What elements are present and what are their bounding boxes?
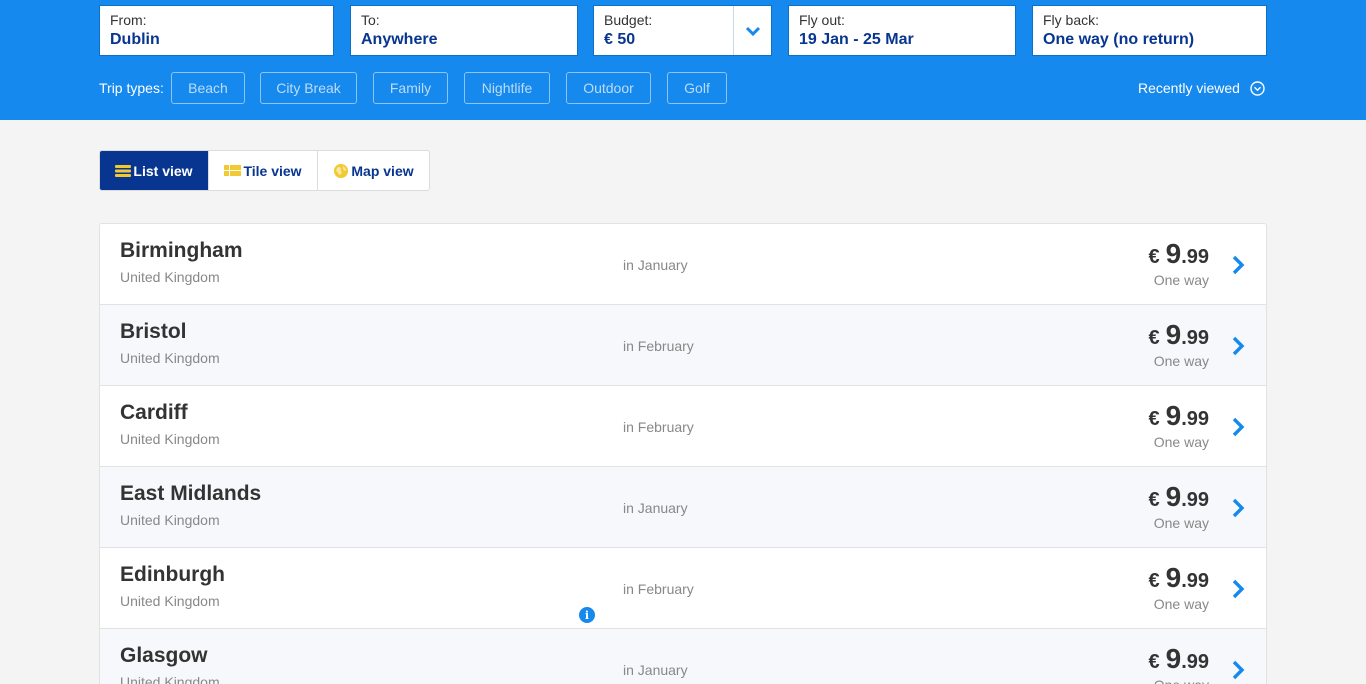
price-integer: 9 bbox=[1165, 481, 1182, 512]
price-currency: € bbox=[1148, 489, 1160, 511]
to-label: To: bbox=[361, 12, 380, 28]
tile-icon bbox=[224, 164, 242, 177]
fare-type: One way bbox=[1153, 515, 1209, 531]
result-row[interactable]: East Midlands United Kingdom in January €9.… bbox=[100, 467, 1266, 548]
fly-out-field[interactable]: Fly out: 19 Jan - 25 Mar bbox=[788, 5, 1016, 56]
fare-price: €9.99 bbox=[1148, 562, 1209, 594]
result-row[interactable]: Glasgow United Kingdom in January €9.99 One … bbox=[100, 629, 1266, 684]
price-integer: 9 bbox=[1165, 562, 1182, 593]
price-integer: 9 bbox=[1165, 319, 1182, 350]
destination-country: United Kingdom bbox=[120, 674, 220, 684]
destination-city: Bristol bbox=[120, 320, 187, 343]
map-view-label: Map view bbox=[351, 162, 414, 179]
fare-price: €9.99 bbox=[1148, 643, 1209, 675]
list-view-button[interactable]: List view bbox=[100, 151, 209, 190]
price-currency: € bbox=[1148, 570, 1160, 592]
recently-viewed-label: Recently viewed bbox=[1138, 80, 1240, 96]
destination-country: United Kingdom bbox=[120, 431, 220, 447]
destination-country: United Kingdom bbox=[120, 512, 220, 528]
destination-city: East Midlands bbox=[120, 482, 262, 505]
destination-country: United Kingdom bbox=[120, 350, 220, 366]
list-view-label: List view bbox=[133, 162, 193, 179]
price-currency: € bbox=[1148, 327, 1160, 349]
trip-type-outdoor[interactable]: Outdoor bbox=[566, 72, 651, 104]
price-integer: 9 bbox=[1165, 400, 1182, 431]
chevron-circle-down-icon bbox=[1250, 80, 1265, 96]
trip-types-label: Trip types: bbox=[99, 80, 164, 96]
travel-month: in January bbox=[623, 662, 688, 678]
price-decimal: .99 bbox=[1181, 570, 1209, 592]
from-value: Dublin bbox=[110, 31, 160, 48]
fare-price: €9.99 bbox=[1148, 238, 1209, 270]
chevron-right-icon[interactable] bbox=[1230, 658, 1246, 682]
view-switcher: List view Tile view Map view bbox=[99, 150, 430, 191]
chevron-down-icon bbox=[745, 26, 760, 36]
fare-type: One way bbox=[1153, 353, 1209, 369]
trip-type-nightlife[interactable]: Nightlife bbox=[464, 72, 550, 104]
result-row[interactable]: Birmingham United Kingdom in January €9.99 O… bbox=[100, 224, 1266, 305]
travel-month: in January bbox=[623, 500, 688, 516]
trip-type-golf[interactable]: Golf bbox=[667, 72, 727, 104]
destination-city: Glasgow bbox=[120, 644, 208, 667]
fare-type: One way bbox=[1154, 677, 1209, 684]
to-field[interactable]: To: Anywhere bbox=[350, 5, 578, 56]
fare-type: One way bbox=[1153, 272, 1209, 288]
travel-month: in January bbox=[623, 257, 688, 273]
fly-back-value: One way (no return) bbox=[1043, 31, 1195, 48]
trip-type-city-break[interactable]: City Break bbox=[260, 72, 357, 104]
chevron-right-icon[interactable] bbox=[1230, 496, 1246, 520]
destination-country: United Kingdom bbox=[120, 269, 220, 285]
price-decimal: .99 bbox=[1181, 408, 1209, 430]
fare-price: €9.99 bbox=[1148, 481, 1209, 513]
price-decimal: .99 bbox=[1181, 651, 1209, 673]
fare-type: One way bbox=[1153, 434, 1209, 450]
map-view-button[interactable]: Map view bbox=[318, 151, 429, 190]
fare-price: €9.99 bbox=[1148, 319, 1209, 351]
fly-back-field[interactable]: Fly back: One way (no return) bbox=[1032, 5, 1267, 56]
price-integer: 9 bbox=[1165, 643, 1182, 674]
tile-view-label: Tile view bbox=[243, 162, 302, 179]
price-decimal: .99 bbox=[1181, 246, 1209, 268]
chevron-right-icon[interactable] bbox=[1230, 334, 1246, 358]
budget-field[interactable]: Budget: € 50 bbox=[593, 5, 772, 56]
price-currency: € bbox=[1148, 408, 1160, 430]
price-integer: 9 bbox=[1165, 238, 1182, 269]
from-label: From: bbox=[110, 12, 147, 28]
price-currency: € bbox=[1148, 651, 1160, 673]
globe-icon bbox=[333, 163, 349, 179]
chevron-right-icon[interactable] bbox=[1230, 253, 1246, 277]
chevron-right-icon[interactable] bbox=[1230, 415, 1246, 439]
travel-month: in February bbox=[623, 338, 694, 354]
price-decimal: .99 bbox=[1181, 327, 1209, 349]
info-icon[interactable]: i bbox=[579, 607, 595, 623]
result-row[interactable]: Bristol United Kingdom in February €9.99 One… bbox=[100, 305, 1266, 386]
destination-city: Birmingham bbox=[120, 239, 243, 262]
recently-viewed-toggle[interactable]: Recently viewed bbox=[1138, 78, 1265, 98]
fly-back-label: Fly back: bbox=[1043, 12, 1100, 28]
fare-type: One way bbox=[1153, 596, 1209, 612]
destination-city: Cardiff bbox=[120, 401, 188, 424]
destination-city: Edinburgh bbox=[120, 563, 225, 586]
destination-country: United Kingdom bbox=[120, 593, 220, 609]
trip-type-family[interactable]: Family bbox=[373, 72, 448, 104]
chevron-right-icon[interactable] bbox=[1230, 577, 1246, 601]
result-row[interactable]: Edinburgh United Kingdom i in February €9.99… bbox=[100, 548, 1266, 629]
results-list: Birmingham United Kingdom in January €9.99 O… bbox=[99, 223, 1267, 684]
travel-month: in February bbox=[623, 419, 694, 435]
result-row[interactable]: Cardiff United Kingdom in February €9.99 One… bbox=[100, 386, 1266, 467]
list-icon bbox=[115, 164, 132, 177]
search-header: From: Dublin To: Anywhere Budget: € 50 F… bbox=[0, 0, 1366, 120]
budget-dropdown-button[interactable] bbox=[733, 6, 771, 55]
tile-view-button[interactable]: Tile view bbox=[209, 151, 318, 190]
from-field[interactable]: From: Dublin bbox=[99, 5, 334, 56]
fly-out-value: 19 Jan - 25 Mar bbox=[799, 31, 914, 48]
trip-type-beach[interactable]: Beach bbox=[171, 72, 245, 104]
fly-out-label: Fly out: bbox=[799, 12, 845, 28]
travel-month: in February bbox=[623, 581, 694, 597]
to-value: Anywhere bbox=[361, 31, 438, 48]
price-currency: € bbox=[1148, 246, 1160, 268]
fare-price: €9.99 bbox=[1148, 400, 1209, 432]
price-decimal: .99 bbox=[1181, 489, 1209, 511]
